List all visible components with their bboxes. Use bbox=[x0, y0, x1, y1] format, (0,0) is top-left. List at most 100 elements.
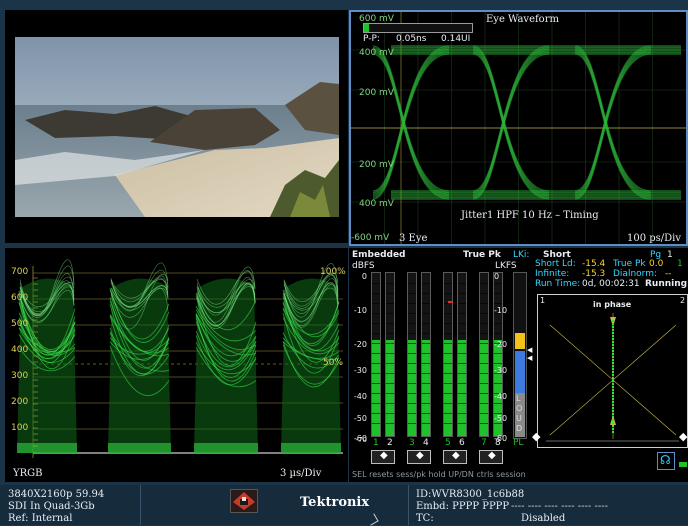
audio-meter-tick bbox=[372, 423, 380, 424]
audio-meter-tick bbox=[422, 283, 430, 284]
eye-pp-ui: 0.14UI bbox=[441, 34, 471, 44]
audio-meter-tick bbox=[372, 303, 380, 304]
audio-meter-tick bbox=[458, 303, 466, 304]
phase-slider-right[interactable]: ◆ bbox=[679, 430, 687, 443]
dbfs-tick-label: -10 bbox=[353, 306, 367, 315]
audio-meter-tick bbox=[422, 323, 430, 324]
short-ld-label: Short Ld: bbox=[535, 259, 576, 269]
channel-pair-selectors[interactable]: ◆ ◆ ◆ ◆ bbox=[371, 450, 503, 466]
audio-meter-tick bbox=[444, 283, 452, 284]
audio-meter-tick bbox=[444, 303, 452, 304]
audio-meter-tick bbox=[386, 413, 394, 414]
eye-waveform-panel[interactable]: Eye Waveform P-P: 0.05ns 0.14UI 600 mV 4… bbox=[349, 10, 688, 246]
divider-left bbox=[140, 485, 141, 525]
phase-display: 1 2 in phase bbox=[537, 294, 688, 448]
loudness-marker-bottom: ◀ bbox=[527, 354, 533, 362]
channel-label-5: 5 bbox=[445, 438, 451, 448]
audio-meter-tick bbox=[408, 403, 416, 404]
channel-pair-button-1[interactable]: ◆ bbox=[371, 450, 395, 464]
wfm-y-label-700: 700 bbox=[11, 267, 29, 277]
dbfs-tick-label: -70 bbox=[355, 436, 367, 444]
status-input: SDI In Quad-3Gb bbox=[8, 501, 95, 512]
audio-meter-tick bbox=[408, 323, 416, 324]
channel-pair-button-2[interactable]: ◆ bbox=[407, 450, 431, 464]
audio-meter-tick bbox=[386, 343, 394, 344]
audio-meter-tick bbox=[480, 373, 488, 374]
dbfs-tick-label: -40 bbox=[353, 392, 367, 401]
channel-label-7: 7 bbox=[481, 438, 487, 448]
lissajous-plot bbox=[546, 313, 679, 442]
audio-meter-tick bbox=[422, 293, 430, 294]
audio-meter-tick bbox=[408, 373, 416, 374]
eye-transition-fall bbox=[472, 50, 550, 197]
channel-pair-button-3[interactable]: ◆ bbox=[443, 450, 467, 464]
status-id: ID:WVR8300_1c6b88 bbox=[416, 489, 525, 500]
audio-meter-tick bbox=[458, 343, 466, 344]
audio-meter-tick bbox=[422, 423, 430, 424]
audio-meter-tick bbox=[408, 353, 416, 354]
lkfs-tick-label: -30 bbox=[494, 366, 508, 375]
status-tc-row: TC: Disabled bbox=[416, 513, 686, 525]
waveform-panel[interactable]: 700 600 500 400 300 200 100 100% 50% YRG… bbox=[5, 248, 348, 482]
audio-meter-tick bbox=[444, 393, 452, 394]
picture-thumbnail bbox=[15, 37, 339, 217]
eye-pp-ns: 0.05ns bbox=[396, 34, 427, 44]
alert-button[interactable] bbox=[230, 489, 258, 513]
audio-lk-mode: LKi: bbox=[513, 250, 530, 260]
lkfs-tick-label: 0 bbox=[494, 272, 500, 281]
wfm-percent-100: 100% bbox=[320, 267, 346, 277]
eye-transition-rise bbox=[472, 46, 550, 194]
eye-y-label-400: 400 mV bbox=[359, 48, 394, 58]
wfm-noise-floor bbox=[108, 443, 171, 453]
wfm-noise-floor bbox=[194, 443, 258, 453]
eye-y-label-neg400: 400 mV bbox=[359, 199, 394, 209]
eye-cursor-handle[interactable] bbox=[364, 24, 369, 32]
audio-meter-tick bbox=[422, 303, 430, 304]
pl-label: PL bbox=[513, 438, 524, 448]
eye-transition-rise bbox=[574, 46, 652, 194]
eye-pp-label: P-P: bbox=[363, 34, 380, 44]
headphone-button[interactable]: ☊ bbox=[657, 452, 675, 470]
audio-meter-fill bbox=[458, 340, 466, 436]
audio-meter-tick bbox=[444, 343, 452, 344]
loudness-meter: L O U D bbox=[513, 272, 527, 439]
audio-meter-tick bbox=[444, 363, 452, 364]
audio-meter-tick bbox=[372, 403, 380, 404]
lkfs-tick-label: -10 bbox=[494, 306, 508, 315]
audio-meter-tick bbox=[458, 353, 466, 354]
audio-meter-tick bbox=[480, 323, 488, 324]
status-tc-label: TC: bbox=[416, 513, 434, 524]
audio-meter-tick bbox=[458, 373, 466, 374]
loudness-marker-top: ◀ bbox=[527, 346, 533, 354]
audio-meter-bar-5 bbox=[443, 272, 453, 437]
audio-meter-tick bbox=[422, 343, 430, 344]
audio-meter-tick bbox=[422, 413, 430, 414]
true-pk-value: 0.0 bbox=[649, 259, 664, 269]
picture-panel[interactable] bbox=[5, 10, 348, 243]
audio-meter-tick bbox=[372, 413, 380, 414]
audio-meter-tick bbox=[422, 373, 430, 374]
eye-transition-fall bbox=[574, 50, 652, 197]
wfm-fill bbox=[194, 278, 258, 453]
channel-label-1: 1 bbox=[373, 438, 379, 448]
channel-pair-button-4[interactable]: ◆ bbox=[479, 450, 503, 464]
brand-logo: Tektronix bbox=[300, 495, 370, 510]
audio-meter-tick bbox=[444, 413, 452, 414]
eye-transition-fall bbox=[574, 51, 652, 199]
audio-help-text: SEL resets sess/pk hold UP/DN ctrls sess… bbox=[352, 470, 526, 479]
run-time-label: Run Time: bbox=[535, 279, 581, 289]
phase-slider-left[interactable]: ◆ bbox=[532, 430, 540, 443]
channel-labels: 12 34 56 78 bbox=[371, 438, 501, 450]
eye-title: Eye Waveform bbox=[486, 14, 559, 25]
audio-meter-tick bbox=[458, 393, 466, 394]
loudness-readout: Short Ld: -15.4 True Pk 0.0 1 Infinite: … bbox=[535, 259, 688, 297]
audio-meter-bar-6 bbox=[457, 272, 467, 437]
audio-meter-tick bbox=[408, 363, 416, 364]
audio-meter-tick bbox=[408, 283, 416, 284]
audio-panel[interactable]: Embedded True Pk LKi: Short Pg 1 dBFS LK… bbox=[349, 248, 688, 482]
audio-meter-tick bbox=[408, 423, 416, 424]
audio-meter-tick bbox=[444, 323, 452, 324]
wfm-y-label-100: 100 bbox=[11, 423, 29, 433]
audio-meter-tick bbox=[458, 423, 466, 424]
eye-cursor-slider[interactable] bbox=[363, 23, 473, 33]
